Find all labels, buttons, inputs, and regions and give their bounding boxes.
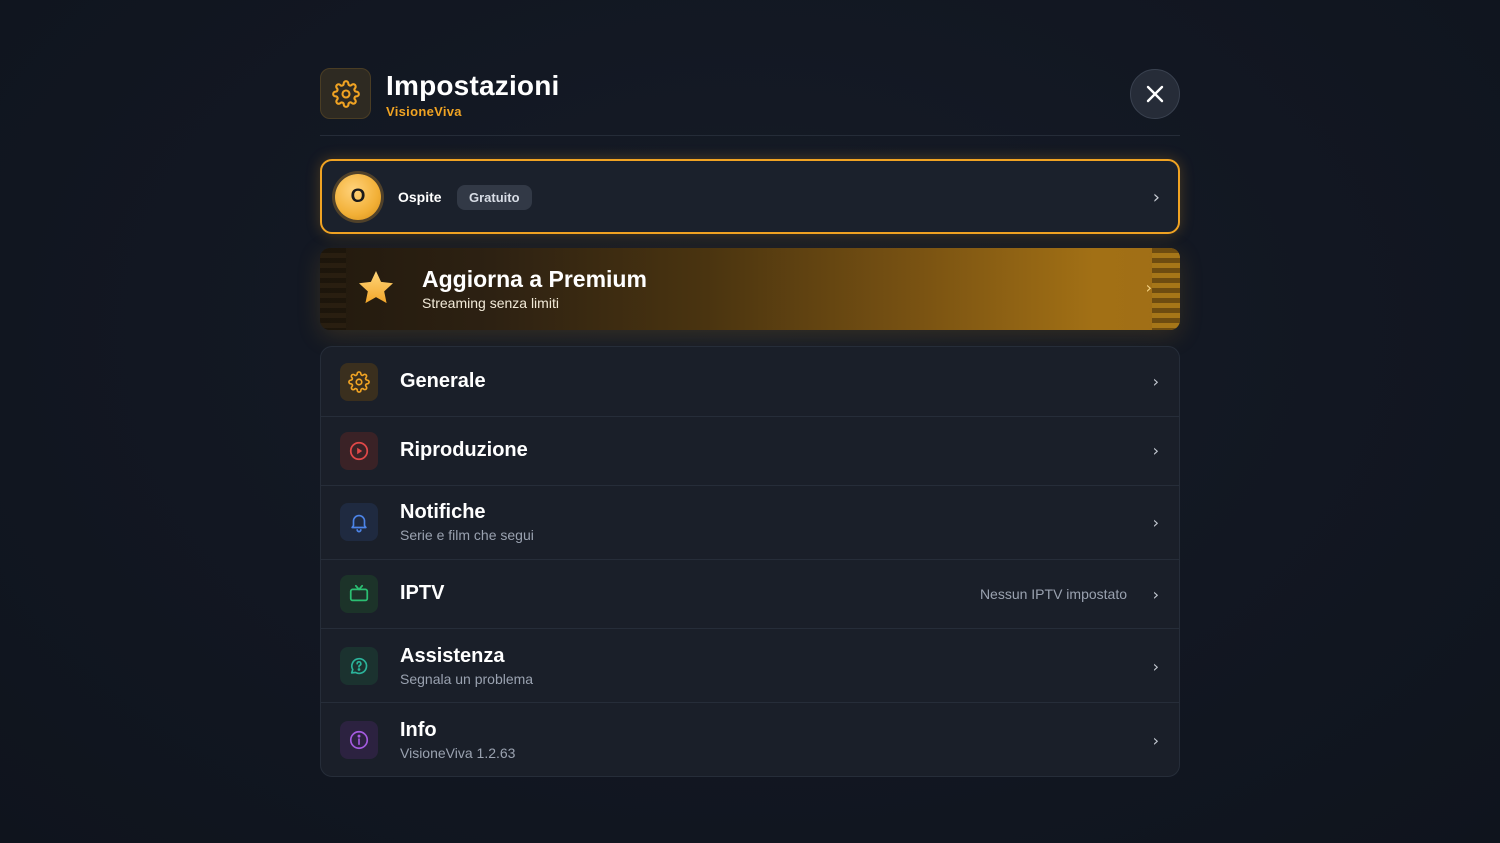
premium-subtitle: Streaming senza limiti bbox=[422, 295, 559, 311]
chevron-right-icon: › bbox=[1152, 372, 1159, 391]
banner-decoration-left bbox=[320, 248, 346, 330]
settings-panel: Impostazioni VisioneViva O Ospite Gratui… bbox=[320, 0, 1180, 843]
settings-menu: Generale › Riproduzione › Notifiche Seri… bbox=[320, 346, 1180, 777]
menu-item-notifiche[interactable]: Notifiche Serie e film che segui › bbox=[321, 486, 1179, 560]
tv-icon bbox=[340, 575, 378, 613]
menu-item-title: Assistenza bbox=[400, 645, 505, 667]
menu-item-subtitle: VisioneViva 1.2.63 bbox=[400, 745, 516, 761]
menu-item-title: Info bbox=[400, 719, 437, 741]
settings-header: Impostazioni VisioneViva bbox=[320, 68, 1180, 136]
star-icon bbox=[359, 271, 393, 304]
help-chat-icon bbox=[340, 647, 378, 685]
chevron-right-icon: › bbox=[1152, 513, 1159, 532]
plan-badge: Gratuito bbox=[457, 185, 532, 210]
gear-icon bbox=[340, 363, 378, 401]
menu-item-riproduzione[interactable]: Riproduzione › bbox=[321, 417, 1179, 486]
chevron-right-icon: › bbox=[1152, 585, 1159, 604]
iptv-status: Nessun IPTV impostato bbox=[979, 586, 1127, 602]
bell-icon bbox=[340, 503, 378, 541]
menu-item-subtitle: Segnala un problema bbox=[400, 671, 534, 687]
menu-item-iptv[interactable]: IPTV Nessun IPTV impostato › bbox=[321, 560, 1179, 629]
chevron-right-icon: › bbox=[1152, 657, 1159, 676]
menu-item-title: Generale bbox=[400, 370, 486, 392]
profile-card[interactable]: O Ospite Gratuito › bbox=[320, 159, 1180, 234]
chevron-right-icon: › bbox=[1152, 441, 1159, 460]
premium-title: Aggiorna a Premium bbox=[422, 266, 647, 292]
menu-item-assistenza[interactable]: Assistenza Segnala un problema › bbox=[321, 629, 1179, 703]
chevron-right-icon: › bbox=[1152, 731, 1159, 750]
chevron-right-icon: › bbox=[1152, 187, 1160, 208]
menu-item-generale[interactable]: Generale › bbox=[321, 347, 1179, 417]
menu-item-info[interactable]: Info VisioneViva 1.2.63 › bbox=[321, 703, 1179, 776]
close-button[interactable] bbox=[1130, 69, 1180, 119]
profile-name: Ospite bbox=[398, 189, 442, 205]
page-title: Impostazioni bbox=[386, 70, 560, 101]
avatar: O bbox=[335, 174, 381, 220]
chevron-right-icon: › bbox=[1145, 278, 1152, 297]
upgrade-premium-banner[interactable]: Aggiorna a Premium Streaming senza limit… bbox=[320, 248, 1180, 330]
menu-item-title: IPTV bbox=[400, 582, 445, 604]
menu-item-title: Riproduzione bbox=[400, 439, 528, 461]
info-icon bbox=[340, 721, 378, 759]
menu-item-title: Notifiche bbox=[400, 501, 486, 523]
menu-item-subtitle: Serie e film che segui bbox=[400, 527, 534, 543]
banner-decoration-right bbox=[1152, 248, 1180, 330]
app-name: VisioneViva bbox=[386, 104, 462, 119]
close-icon bbox=[1146, 85, 1164, 103]
play-circle-icon bbox=[340, 432, 378, 470]
gear-icon bbox=[320, 68, 371, 119]
